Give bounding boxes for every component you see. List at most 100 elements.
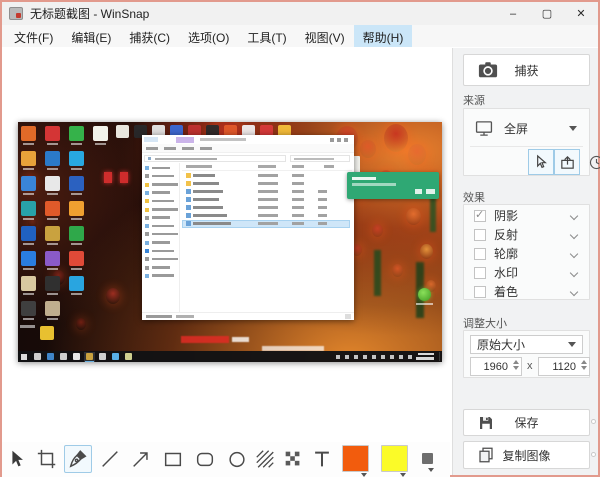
nav-text — [152, 167, 170, 170]
source-dropdown[interactable]: 全屏 — [464, 114, 589, 142]
explorer-title-text — [200, 138, 246, 141]
tool-highlight-button[interactable] — [251, 445, 279, 473]
rectangle-icon — [162, 448, 184, 470]
file-size — [318, 214, 327, 217]
explorer-tab-highlight — [176, 137, 194, 143]
tool-text-button[interactable] — [308, 445, 336, 473]
cursor-capture-toggle[interactable] — [528, 149, 554, 175]
icon-label — [23, 293, 34, 295]
chevron-down-icon[interactable] — [570, 287, 578, 295]
window-control-dot — [344, 138, 348, 142]
effect-checkbox[interactable] — [474, 210, 486, 222]
menu-item[interactable]: 捕获(C) — [120, 25, 179, 47]
screenshot-preview-image[interactable] — [18, 122, 442, 362]
source-selected-value: 全屏 — [504, 120, 569, 137]
file-name — [193, 222, 231, 225]
nav-bullet — [145, 199, 149, 203]
file-icon — [186, 173, 191, 178]
tool-rounded-rectangle-button[interactable] — [191, 445, 219, 473]
tool-rectangle-button[interactable] — [159, 445, 187, 473]
effect-checkbox[interactable] — [474, 267, 486, 279]
nav-bullet — [145, 166, 149, 170]
effect-checkbox[interactable] — [474, 286, 486, 298]
tray-icon — [399, 355, 403, 359]
chevron-down-icon[interactable] — [570, 249, 578, 257]
menu-item[interactable]: 工具(T) — [238, 25, 295, 47]
width-value: 1960 — [484, 361, 508, 373]
file-date — [258, 174, 278, 177]
desktop-icon — [116, 125, 129, 138]
file-size — [318, 206, 327, 209]
view-toggle — [345, 314, 351, 319]
tool-ellipse-button[interactable] — [223, 445, 251, 473]
nav-bullet — [145, 249, 149, 253]
tool-select-button[interactable] — [3, 445, 31, 473]
timer-capture-button[interactable] — [583, 149, 600, 175]
file-name — [193, 190, 223, 193]
tool-pixelate-button[interactable] — [279, 445, 307, 473]
resize-mode-dropdown[interactable]: 原始大小 — [470, 335, 583, 354]
copy-image-label: 复制图像 — [502, 447, 550, 464]
save-button[interactable]: 保存 — [463, 409, 590, 436]
chevron-down-icon[interactable] — [570, 230, 578, 238]
notification-toast — [347, 172, 439, 199]
height-input[interactable]: 1120 — [538, 357, 590, 376]
desktop-icon — [45, 201, 60, 216]
width-input[interactable]: 1960 — [470, 357, 522, 376]
close-button[interactable]: ✕ — [564, 2, 598, 25]
toast-button — [415, 189, 422, 194]
tool-arrow-button[interactable] — [127, 445, 155, 473]
swatch-dropdown-icon — [428, 468, 434, 472]
rounded-rectangle-icon — [194, 448, 216, 470]
capture-label: 捕获 — [514, 62, 538, 79]
chevron-down-icon[interactable] — [570, 268, 578, 276]
taskbar-underline — [85, 361, 94, 362]
desktop-icon — [45, 226, 60, 241]
file-icon — [186, 197, 191, 202]
show-desktop-divider — [439, 352, 440, 361]
clock-icon — [588, 154, 600, 171]
menu-item[interactable]: 编辑(E) — [62, 25, 120, 47]
address-icon — [148, 157, 151, 160]
nav-bullet — [145, 266, 149, 270]
menu-item[interactable]: 帮助(H) — [354, 25, 413, 47]
ribbon-text — [182, 147, 194, 150]
tool-pen-button[interactable] — [64, 445, 92, 473]
icon-label — [23, 143, 34, 145]
copy-image-button[interactable]: 复制图像 — [463, 441, 590, 469]
window-title: 无标题截图 - WinSnap — [30, 5, 149, 22]
taskbar-icon — [99, 353, 106, 360]
spinner-arrows-icon[interactable] — [581, 360, 587, 370]
size-swatch[interactable] — [422, 453, 433, 464]
resize-group: 原始大小 1960 x 1120 — [463, 330, 590, 378]
explorer-tab — [144, 137, 158, 142]
chevron-down-icon[interactable] — [570, 211, 578, 219]
tool-crop-button[interactable] — [33, 445, 61, 473]
spinner-arrows-icon[interactable] — [513, 360, 519, 370]
icon-label — [95, 143, 106, 145]
menu-item[interactable]: 选项(O) — [179, 25, 238, 47]
status-bar — [142, 312, 354, 320]
nav-bullet — [145, 257, 149, 261]
nav-text — [152, 216, 170, 219]
tool-line-button[interactable] — [96, 445, 124, 473]
icon-label — [71, 143, 82, 145]
menu-item[interactable]: 视图(V) — [296, 25, 354, 47]
save-label: 保存 — [514, 414, 538, 431]
menu-item[interactable]: 文件(F) — [5, 25, 62, 47]
capture-button[interactable]: 捕获 — [463, 54, 590, 86]
color-swatch-secondary[interactable] — [381, 445, 408, 472]
icon-label — [416, 303, 433, 305]
file-icon — [186, 181, 191, 186]
effect-checkbox[interactable] — [474, 248, 486, 260]
icon-label — [47, 218, 58, 220]
maximize-button[interactable]: ▢ — [530, 2, 564, 25]
file-icon — [186, 213, 191, 218]
color-swatch-primary[interactable] — [342, 445, 369, 472]
desktop-icon — [69, 226, 84, 241]
search-text — [294, 158, 334, 161]
minimize-button[interactable]: – — [496, 2, 530, 25]
menu-bar: 文件(F) 编辑(E) 捕获(C) 选项(O) 工具(T) 视图(V) 帮助(H… — [2, 25, 598, 47]
foreground-window-toggle[interactable] — [554, 149, 580, 175]
effect-checkbox[interactable] — [474, 229, 486, 241]
